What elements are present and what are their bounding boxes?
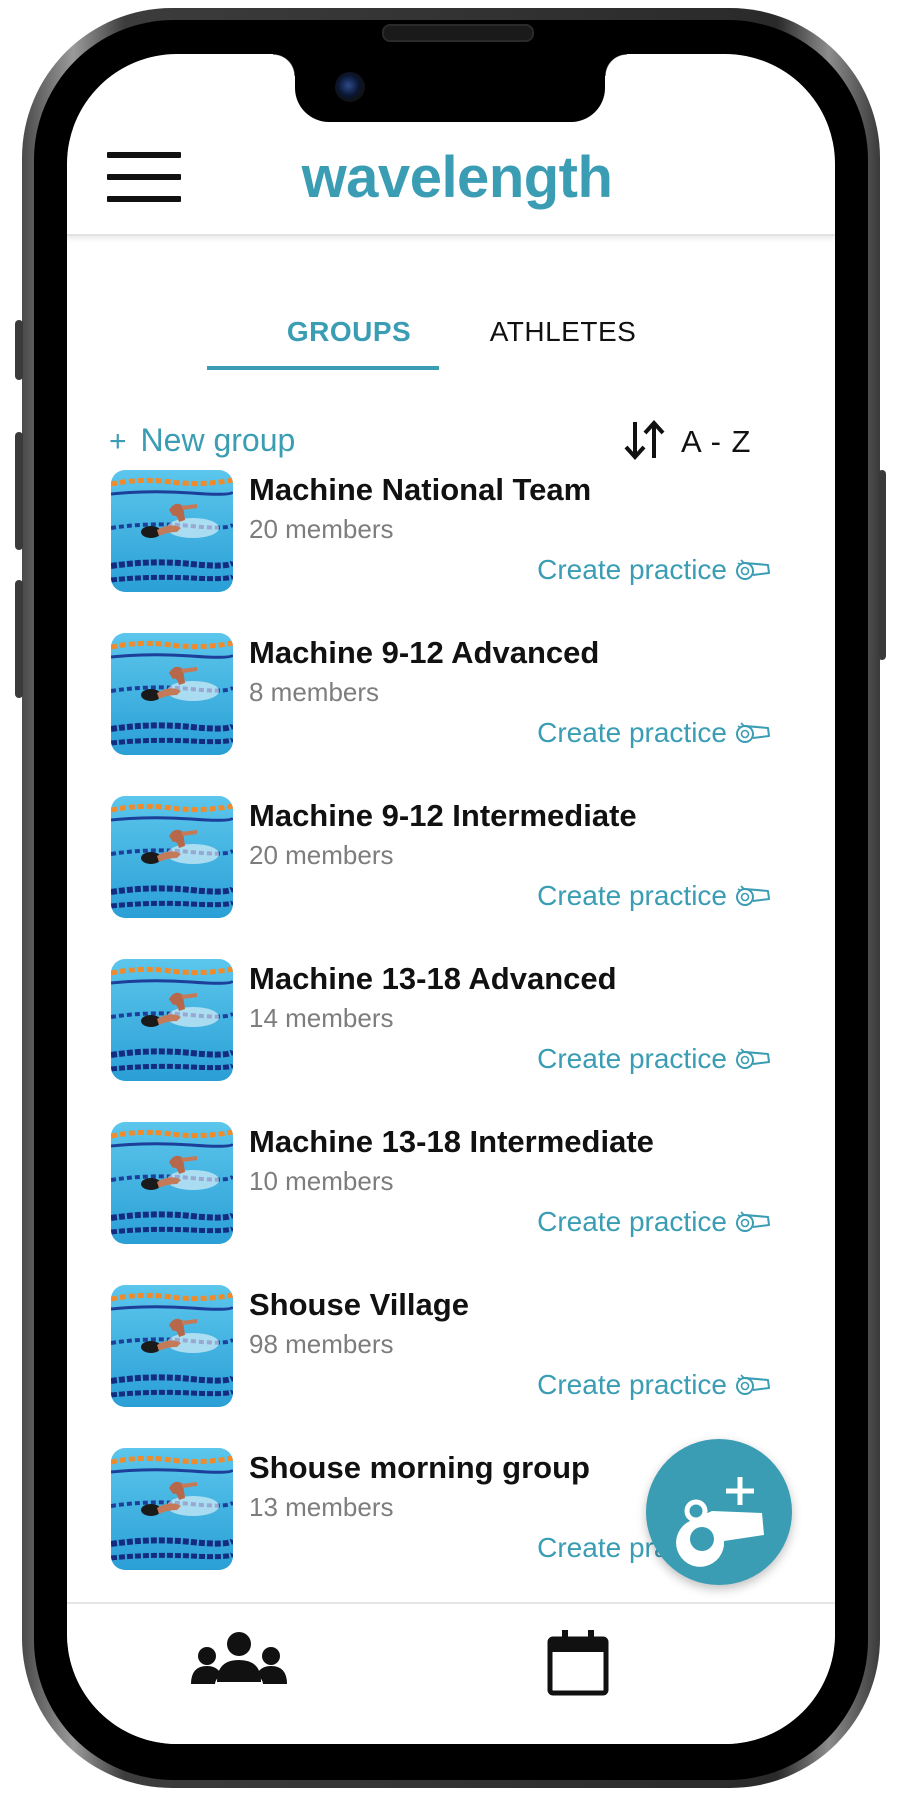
app-title: wavelength: [301, 145, 613, 210]
group-thumbnail-image: [111, 1448, 233, 1570]
group-name[interactable]: Machine 9-12 Advanced: [249, 635, 599, 671]
group-member-count: 10 members: [249, 1166, 394, 1196]
active-tab-indicator: [207, 366, 439, 370]
create-practice-fab[interactable]: [646, 1439, 792, 1585]
group-member-count: 14 members: [249, 1003, 394, 1033]
create-practice-label: Create practice: [537, 1206, 727, 1237]
phone-volume-up: [15, 432, 23, 550]
whistle-plus-icon: [676, 1477, 764, 1567]
create-practice-link[interactable]: Create practice: [537, 880, 771, 916]
group-name[interactable]: Machine 13-18 Intermediate: [249, 1124, 654, 1160]
group-thumbnail-image: [111, 1285, 233, 1407]
group-name[interactable]: Machine 13-18 Advanced: [249, 961, 617, 997]
group-member-count: 8 members: [249, 677, 380, 707]
group-name[interactable]: Machine 9-12 Intermediate: [249, 798, 637, 834]
group-thumbnail-image: [111, 633, 233, 755]
group-list-item[interactable]: Machine 13-18 Intermediate 10 members Crea…: [111, 1122, 771, 1244]
group-thumbnail-image: [111, 959, 233, 1081]
group-list-item[interactable]: Machine National Team 20 members Create pr…: [111, 470, 771, 592]
create-practice-label: Create practice: [537, 1043, 727, 1074]
whistle-icon: [727, 1048, 771, 1069]
create-practice-link[interactable]: Create practice: [537, 1043, 771, 1079]
create-practice-label: Create practice: [537, 1369, 727, 1400]
nav-calendar-button[interactable]: [547, 1630, 609, 1701]
new-group-button[interactable]: + New group: [109, 422, 295, 459]
tab-groups[interactable]: GROUPS: [259, 316, 439, 348]
group-list-item[interactable]: Shouse Village 98 members Create practice: [111, 1285, 771, 1407]
sort-button[interactable]: A - Z: [623, 418, 771, 464]
group-thumbnail-image: [111, 1122, 233, 1244]
create-practice-link[interactable]: Create practice: [537, 1206, 771, 1242]
new-group-label: New group: [140, 422, 296, 458]
create-practice-link[interactable]: Create practice: [537, 717, 771, 753]
app-screen: wavelength GROUPS ATHLETES + New group A …: [67, 54, 835, 1744]
nav-groups-button[interactable]: [191, 1632, 287, 1697]
calendar-icon: [547, 1630, 609, 1696]
hamburger-menu-icon[interactable]: [107, 152, 181, 202]
create-practice-label: Create practice: [537, 880, 727, 911]
group-member-count: 13 members: [249, 1492, 394, 1522]
sort-label: A - Z: [681, 424, 752, 459]
group-name[interactable]: Shouse morning group: [249, 1450, 590, 1486]
phone-power-button: [878, 470, 886, 660]
whistle-icon: [727, 559, 771, 580]
group-list-item[interactable]: Machine 13-18 Advanced 14 members Create p…: [111, 959, 771, 1081]
whistle-icon: [727, 885, 771, 906]
sort-arrows-icon: [624, 420, 665, 460]
group-member-count: 20 members: [249, 514, 394, 544]
create-practice-label: Create practice: [537, 554, 727, 585]
group-member-count: 20 members: [249, 840, 394, 870]
create-practice-label: Create practice: [537, 717, 727, 748]
bottom-navigation: [67, 1602, 835, 1744]
group-name[interactable]: Machine National Team: [249, 472, 591, 508]
group-name[interactable]: Shouse Village: [249, 1287, 469, 1323]
group-thumbnail-image: [111, 796, 233, 918]
whistle-icon: [727, 722, 771, 743]
tab-athletes[interactable]: ATHLETES: [463, 316, 663, 348]
group-list-item[interactable]: Machine 9-12 Intermediate 20 members Creat…: [111, 796, 771, 918]
group-list-item[interactable]: Machine 9-12 Advanced 8 members Create pra…: [111, 633, 771, 755]
phone-mute-switch: [15, 320, 23, 380]
create-practice-link[interactable]: Create practice: [537, 1369, 771, 1405]
people-group-icon: [191, 1632, 287, 1684]
front-camera: [335, 72, 365, 102]
group-thumbnail-image: [111, 470, 233, 592]
phone-volume-down: [15, 580, 23, 698]
whistle-icon: [727, 1211, 771, 1232]
whistle-icon: [727, 1374, 771, 1395]
create-practice-link[interactable]: Create practice: [537, 554, 771, 590]
phone-speaker: [382, 24, 534, 42]
group-member-count: 98 members: [249, 1329, 394, 1359]
plus-icon: +: [109, 425, 127, 458]
